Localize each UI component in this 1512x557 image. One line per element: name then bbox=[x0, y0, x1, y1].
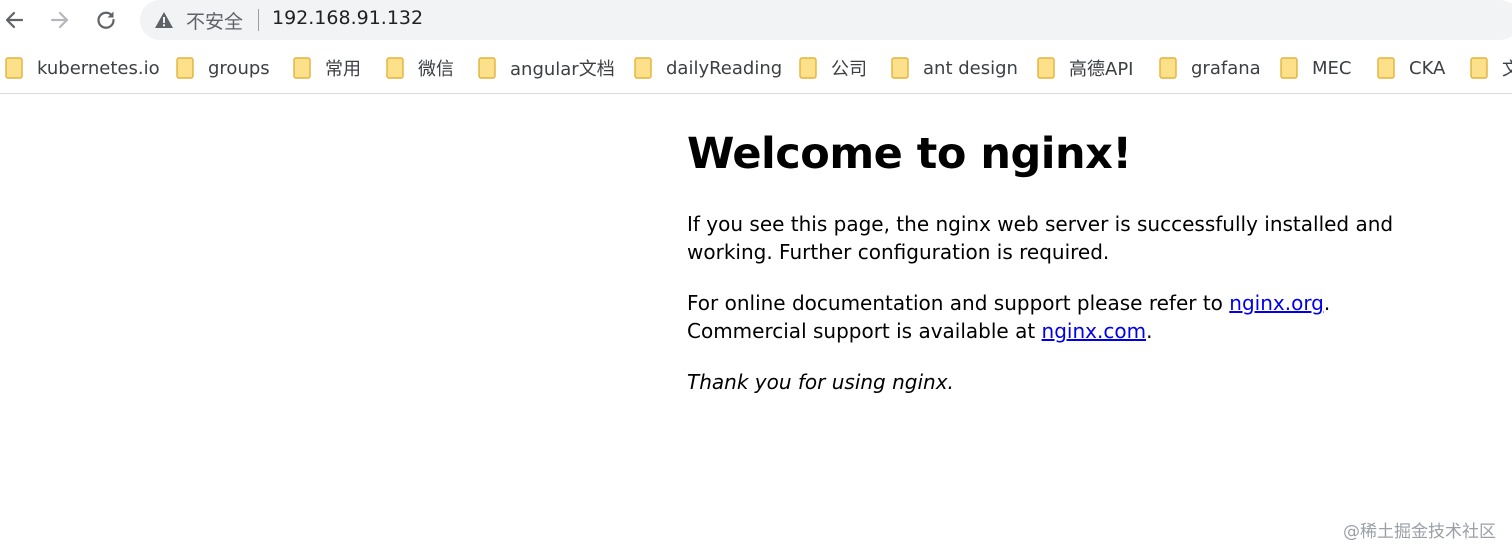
folder-icon bbox=[1037, 57, 1055, 79]
forward-button[interactable] bbox=[46, 6, 74, 34]
arrow-left-icon bbox=[5, 11, 24, 29]
bookmark-mec[interactable]: MEC bbox=[1280, 54, 1351, 82]
warning-icon[interactable] bbox=[154, 10, 174, 30]
bookmark-label: CKA bbox=[1409, 57, 1446, 79]
bookmark-grafana[interactable]: grafana bbox=[1159, 54, 1261, 82]
folder-icon bbox=[478, 57, 496, 79]
nginx-com-link[interactable]: nginx.com bbox=[1042, 319, 1147, 343]
bookmark-angular-docs[interactable]: angular文档 bbox=[478, 54, 615, 82]
toolbar-divider bbox=[0, 93, 1512, 94]
bookmark-label: 文 bbox=[1502, 59, 1512, 80]
support-text: For online documentation and support ple… bbox=[687, 291, 1230, 315]
arrow-right-icon bbox=[50, 11, 69, 29]
bookmark-gaode-api[interactable]: 高德API bbox=[1037, 54, 1133, 82]
page-content: Welcome to nginx! If you see this page, … bbox=[687, 118, 1447, 396]
bookmark-label: MEC bbox=[1312, 57, 1352, 79]
address-bar[interactable]: 不安全 192.168.91.132 bbox=[140, 0, 1512, 40]
url-text[interactable]: 192.168.91.132 bbox=[272, 7, 423, 29]
page-heading: Welcome to nginx! bbox=[687, 129, 1132, 179]
bookmark-label: ant design bbox=[923, 57, 1018, 79]
watermark: @稀土掘金技术社区 bbox=[1343, 522, 1496, 542]
folder-icon bbox=[386, 57, 404, 79]
thank-you-text: Thank you for using nginx. bbox=[687, 370, 954, 394]
intro-paragraph: If you see this page, the nginx web serv… bbox=[687, 212, 1394, 264]
bookmark-label: grafana bbox=[1191, 57, 1261, 79]
folder-icon bbox=[293, 57, 311, 79]
support-paragraph: For online documentation and support ple… bbox=[687, 289, 1447, 345]
bookmark-label: 公司 bbox=[831, 59, 867, 80]
bookmark-label: angular文档 bbox=[510, 59, 615, 80]
commercial-period: . bbox=[1146, 319, 1153, 343]
folder-icon bbox=[5, 57, 23, 79]
reload-icon bbox=[97, 11, 115, 29]
bookmark-wen[interactable]: 文 bbox=[1470, 54, 1512, 82]
folder-icon bbox=[1159, 57, 1177, 79]
bookmark-dailyreading[interactable]: dailyReading bbox=[634, 54, 782, 82]
security-status-label[interactable]: 不安全 bbox=[186, 7, 243, 34]
bookmark-weixin[interactable]: 微信 bbox=[386, 54, 454, 82]
bookmark-label: kubernetes.io bbox=[37, 57, 160, 79]
folder-icon bbox=[1470, 57, 1488, 79]
folder-icon bbox=[891, 57, 909, 79]
bookmark-groups[interactable]: groups bbox=[176, 54, 270, 82]
bookmark-label: 高德API bbox=[1069, 59, 1134, 80]
bookmark-label: dailyReading bbox=[666, 57, 783, 79]
commercial-text: Commercial support is available at bbox=[687, 319, 1042, 343]
reload-button[interactable] bbox=[92, 6, 120, 34]
bookmark-label: 常用 bbox=[325, 59, 361, 80]
browser-toolbar: 不安全 192.168.91.132 bbox=[0, 0, 1512, 40]
bookmark-ant-design[interactable]: ant design bbox=[891, 54, 1018, 82]
bookmark-label: 微信 bbox=[418, 59, 454, 80]
folder-icon bbox=[176, 57, 194, 79]
folder-icon bbox=[1377, 57, 1395, 79]
bookmark-label: groups bbox=[208, 57, 270, 79]
folder-icon bbox=[799, 57, 817, 79]
bookmark-cka[interactable]: CKA bbox=[1377, 54, 1445, 82]
omnibox-divider bbox=[258, 9, 259, 31]
bookmarks-bar: kubernetes.io groups 常用 微信 angular文档 dai… bbox=[0, 48, 1512, 88]
nginx-org-link[interactable]: nginx.org bbox=[1229, 291, 1324, 315]
folder-icon bbox=[634, 57, 652, 79]
folder-icon bbox=[1280, 57, 1298, 79]
bookmark-kubernetes[interactable]: kubernetes.io bbox=[5, 54, 160, 82]
support-period: . bbox=[1323, 291, 1331, 315]
bookmark-changyong[interactable]: 常用 bbox=[293, 54, 361, 82]
back-button[interactable] bbox=[0, 6, 28, 34]
bookmark-company[interactable]: 公司 bbox=[799, 54, 867, 82]
